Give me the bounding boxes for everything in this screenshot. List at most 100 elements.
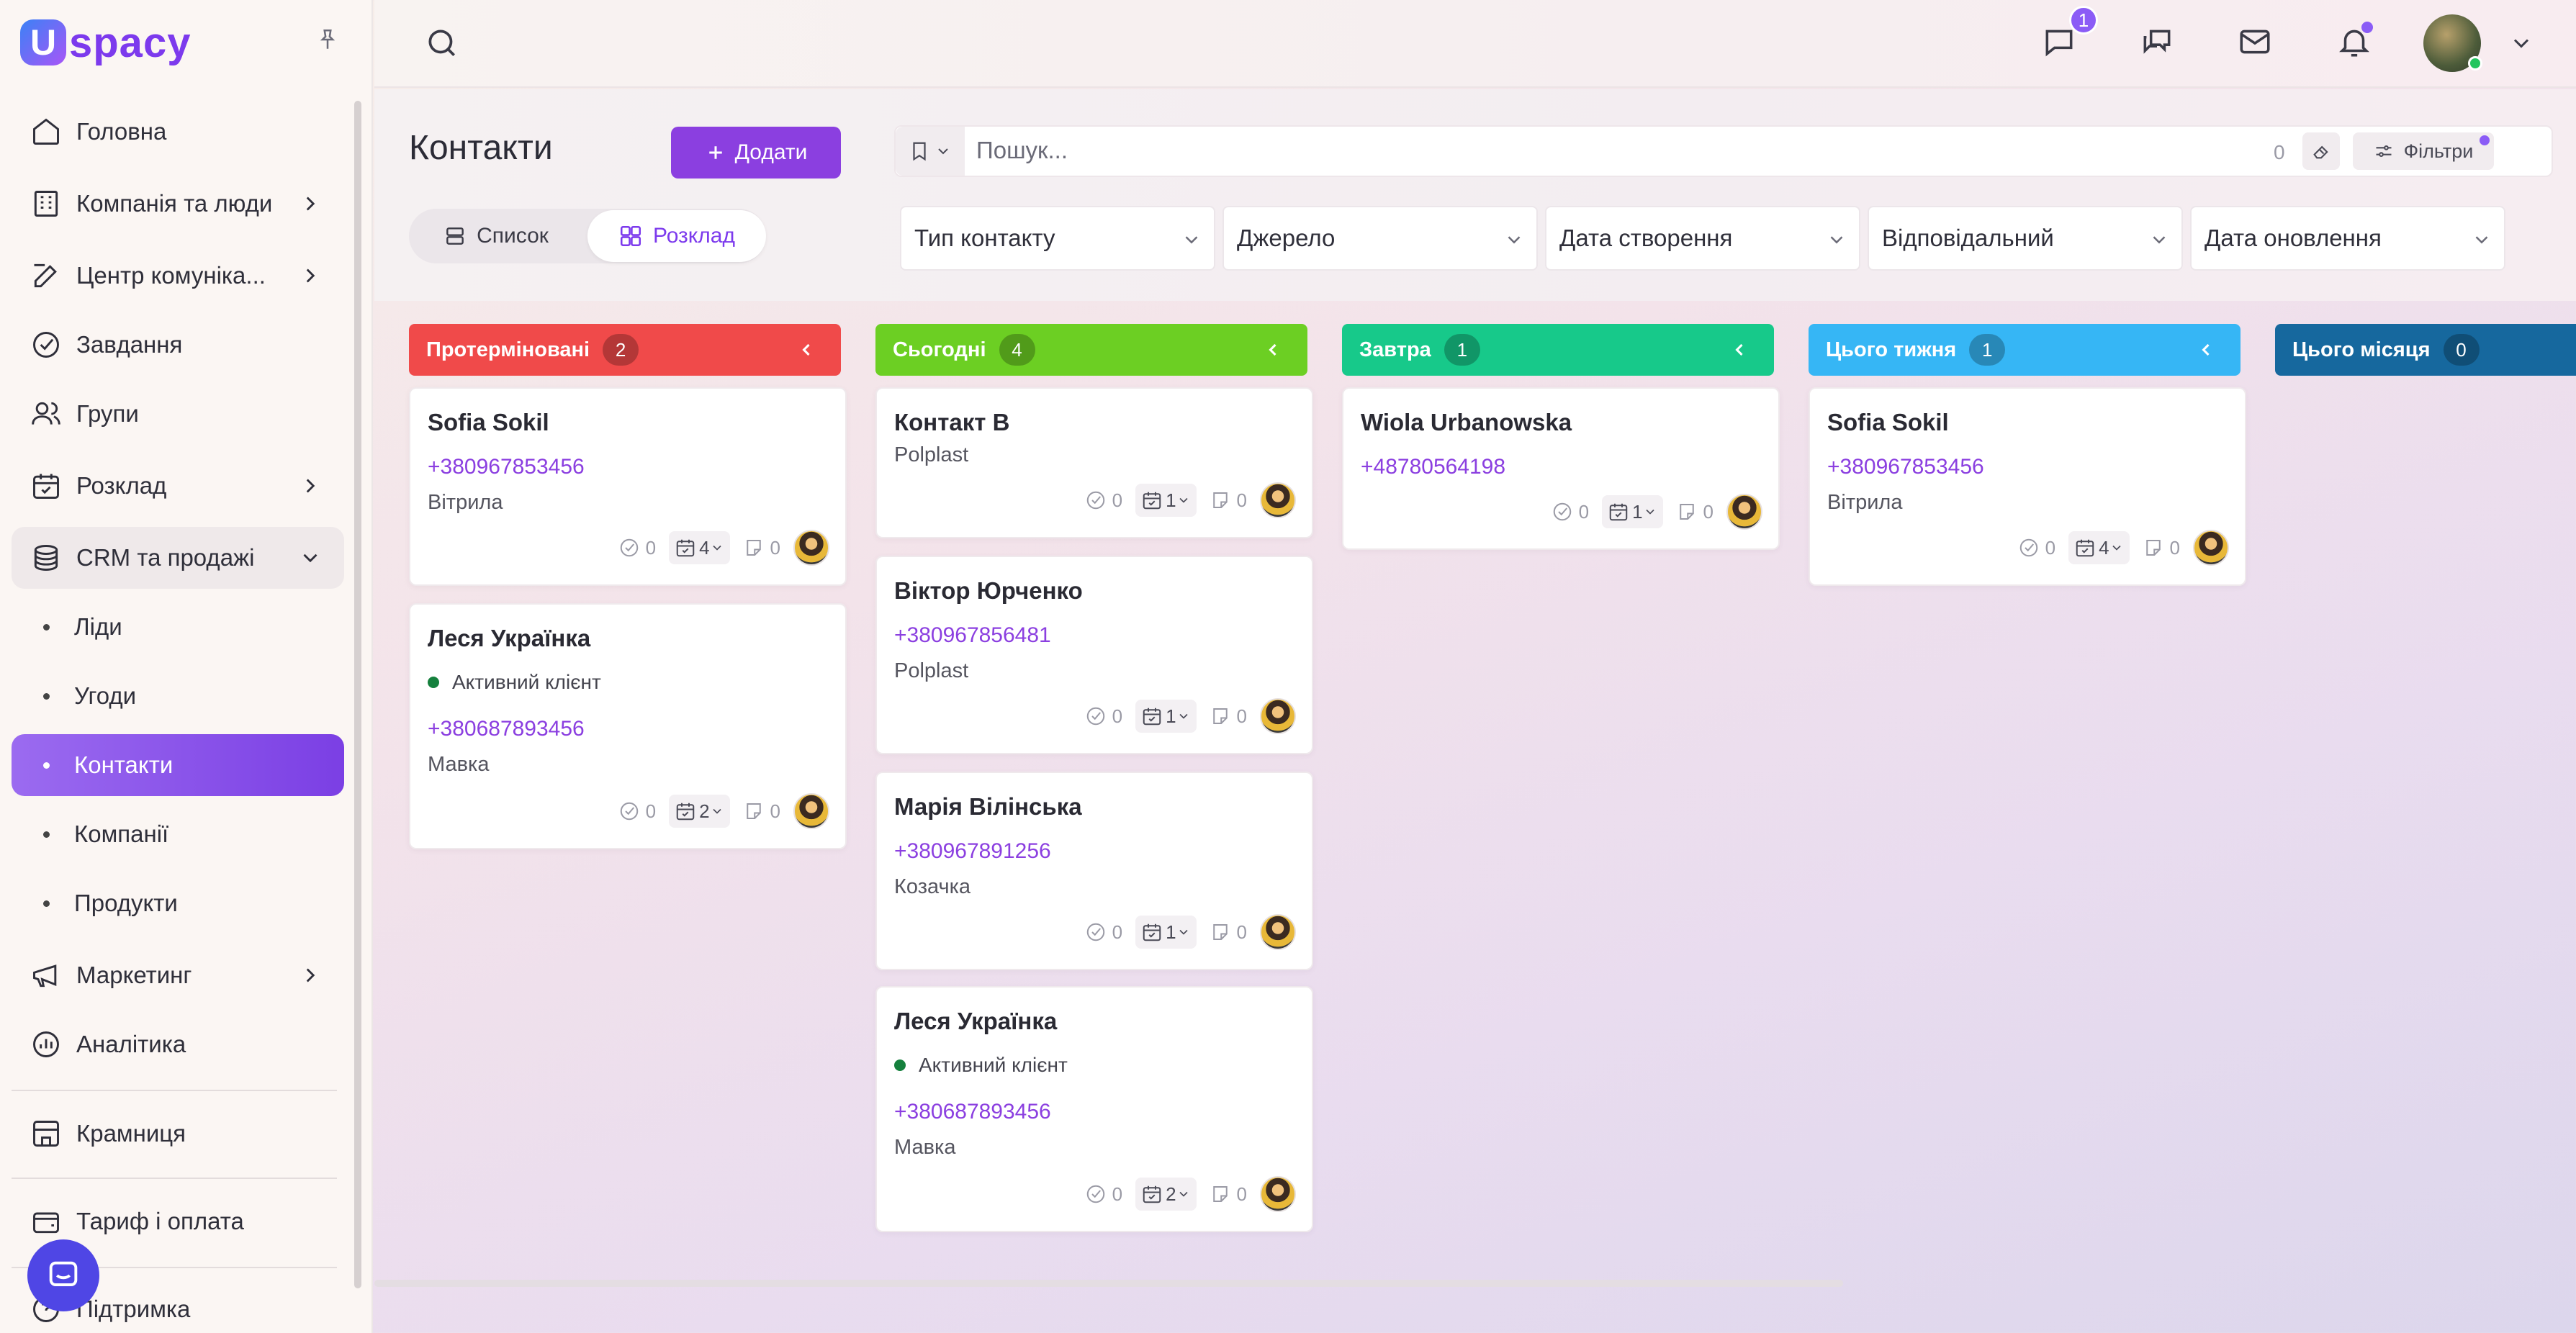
notes-count[interactable]: 0 xyxy=(1210,921,1247,944)
sidebar-subitem-leads[interactable]: Ліди xyxy=(12,596,344,658)
contact-phone[interactable]: +380687893456 xyxy=(894,1100,1051,1124)
messages-icon[interactable]: 1 xyxy=(2036,6,2098,65)
bell-icon[interactable] xyxy=(2331,19,2377,65)
filters-button[interactable]: Фільтри xyxy=(2353,132,2494,170)
column-header-today[interactable]: Сьогодні 4 xyxy=(875,324,1307,376)
sidebar-subitem-companies[interactable]: Компанії xyxy=(12,803,344,865)
column-header-this-week[interactable]: Цього тижня 1 xyxy=(1809,324,2241,376)
contact-card[interactable]: Марія Вілінська +380967891256 Козачка 0 … xyxy=(875,772,1313,970)
search-icon[interactable] xyxy=(419,20,465,66)
column-header-overdue[interactable]: Протерміновані 2 xyxy=(409,324,841,376)
sidebar-item-store[interactable]: Крамниця xyxy=(12,1103,344,1165)
contact-phone[interactable]: +380687893456 xyxy=(428,717,585,741)
assignee-avatar[interactable] xyxy=(1260,914,1296,950)
contact-name[interactable]: Контакт B xyxy=(894,409,1009,436)
contact-card[interactable]: Віктор Юрченко +380967856481 Polplast 0 … xyxy=(875,556,1313,754)
sidebar-item-company[interactable]: Компанія та люди xyxy=(12,173,344,235)
column-header-this-month[interactable]: Цього місяця 0 xyxy=(2275,324,2576,376)
tasks-count[interactable]: 0 xyxy=(2018,537,2055,559)
notes-count[interactable]: 0 xyxy=(1210,1183,1247,1206)
collapse-icon[interactable] xyxy=(1729,340,1749,360)
sidebar-item-home[interactable]: Головна xyxy=(12,101,344,163)
view-list-button[interactable]: Список xyxy=(416,213,576,259)
chevron-down-icon[interactable] xyxy=(2498,20,2544,66)
contact-phone[interactable]: +380967891256 xyxy=(894,839,1051,864)
events-dropdown[interactable]: 1 xyxy=(1602,495,1663,528)
assignee-avatar[interactable] xyxy=(1260,1176,1296,1212)
contact-card[interactable]: Sofia Sokil +380967853456 Вітрила 0 4 0 xyxy=(1809,387,2246,586)
contact-name[interactable]: Віктор Юрченко xyxy=(894,577,1083,605)
sidebar-item-crm[interactable]: CRM та продажі xyxy=(12,527,344,589)
tasks-count[interactable]: 0 xyxy=(1085,1183,1122,1206)
pin-icon[interactable] xyxy=(310,22,346,58)
assignee-avatar[interactable] xyxy=(1260,698,1296,734)
contact-name[interactable]: Sofia Sokil xyxy=(428,409,549,436)
board-horizontal-scrollbar[interactable] xyxy=(374,1280,1843,1287)
events-dropdown[interactable]: 4 xyxy=(2068,531,2130,564)
notes-count[interactable]: 0 xyxy=(743,800,780,823)
add-button[interactable]: Додати xyxy=(671,127,841,179)
events-dropdown[interactable]: 1 xyxy=(1135,484,1197,517)
collapse-icon[interactable] xyxy=(2196,340,2216,360)
app-logo[interactable]: U spacy xyxy=(20,17,191,68)
notes-count[interactable]: 0 xyxy=(743,537,780,559)
sidebar-item-marketing[interactable]: Маркетинг xyxy=(12,944,344,1006)
contact-phone[interactable]: +380967853456 xyxy=(428,455,585,479)
contact-name[interactable]: Леся Українка xyxy=(894,1008,1057,1035)
clear-search-button[interactable] xyxy=(2302,132,2340,170)
contact-card[interactable]: Леся Українка Активний клієнт +380687893… xyxy=(409,603,847,849)
sidebar-item-groups[interactable]: Групи xyxy=(12,383,344,445)
contact-name[interactable]: Sofia Sokil xyxy=(1827,409,1949,436)
column-header-tomorrow[interactable]: Завтра 1 xyxy=(1342,324,1774,376)
contact-phone[interactable]: +48780564198 xyxy=(1361,455,1505,479)
assignee-avatar[interactable] xyxy=(1726,494,1762,530)
assignee-avatar[interactable] xyxy=(793,530,829,566)
events-dropdown[interactable]: 1 xyxy=(1135,916,1197,949)
filter-source[interactable]: Джерело xyxy=(1222,206,1538,271)
sidebar-subitem-contacts[interactable]: Контакти xyxy=(12,734,344,796)
assignee-avatar[interactable] xyxy=(1260,482,1296,518)
sidebar-item-analytics[interactable]: Аналітика xyxy=(12,1013,344,1075)
view-schedule-button[interactable]: Розклад xyxy=(587,210,766,262)
notes-count[interactable]: 0 xyxy=(1210,489,1247,512)
filter-created-date[interactable]: Дата створення xyxy=(1545,206,1860,271)
tasks-count[interactable]: 0 xyxy=(618,800,656,823)
search-input[interactable]: Пошук... xyxy=(976,137,1068,164)
events-dropdown[interactable]: 2 xyxy=(1135,1178,1197,1211)
events-dropdown[interactable]: 1 xyxy=(1135,700,1197,733)
collapse-icon[interactable] xyxy=(796,340,816,360)
sidebar-scrollbar[interactable] xyxy=(354,101,361,1288)
filter-responsible[interactable]: Відповідальний xyxy=(1868,206,2183,271)
tasks-count[interactable]: 0 xyxy=(1552,501,1589,523)
notes-count[interactable]: 0 xyxy=(2143,537,2180,559)
events-dropdown[interactable]: 2 xyxy=(669,795,730,828)
contact-card[interactable]: Контакт B Polplast 0 1 0 xyxy=(875,387,1313,538)
sidebar-subitem-deals[interactable]: Угоди xyxy=(12,665,344,727)
tasks-count[interactable]: 0 xyxy=(1085,489,1122,512)
contact-name[interactable]: Wiola Urbanowska xyxy=(1361,409,1572,436)
contact-phone[interactable]: +380967853456 xyxy=(1827,455,1984,479)
tasks-count[interactable]: 0 xyxy=(1085,705,1122,728)
events-dropdown[interactable]: 4 xyxy=(669,531,730,564)
tasks-count[interactable]: 0 xyxy=(1085,921,1122,944)
sidebar-subitem-products[interactable]: Продукти xyxy=(12,872,344,934)
contact-card[interactable]: Wiola Urbanowska +48780564198 0 1 0 xyxy=(1342,387,1780,550)
sidebar-item-tasks[interactable]: Завдання xyxy=(12,314,344,376)
contact-name[interactable]: Леся Українка xyxy=(428,625,590,652)
contact-card[interactable]: Леся Українка Активний клієнт +380687893… xyxy=(875,986,1313,1232)
notes-count[interactable]: 0 xyxy=(1210,705,1247,728)
sidebar-item-comm-center[interactable]: Центр комуніка... xyxy=(12,245,344,307)
filter-contact-type[interactable]: Тип контакту xyxy=(900,206,1215,271)
saved-searches-button[interactable] xyxy=(896,127,965,176)
contact-card[interactable]: Sofia Sokil +380967853456 Вітрила 0 4 0 xyxy=(409,387,847,586)
contact-phone[interactable]: +380967856481 xyxy=(894,623,1051,648)
tasks-count[interactable]: 0 xyxy=(618,537,656,559)
sidebar-item-schedule[interactable]: Розклад xyxy=(12,455,344,517)
contact-name[interactable]: Марія Вілінська xyxy=(894,793,1082,821)
assignee-avatar[interactable] xyxy=(2193,530,2229,566)
chats-icon[interactable] xyxy=(2134,19,2180,65)
user-avatar[interactable] xyxy=(2423,14,2482,72)
chat-widget-button[interactable] xyxy=(27,1239,99,1311)
collapse-icon[interactable] xyxy=(1263,340,1283,360)
assignee-avatar[interactable] xyxy=(793,793,829,829)
